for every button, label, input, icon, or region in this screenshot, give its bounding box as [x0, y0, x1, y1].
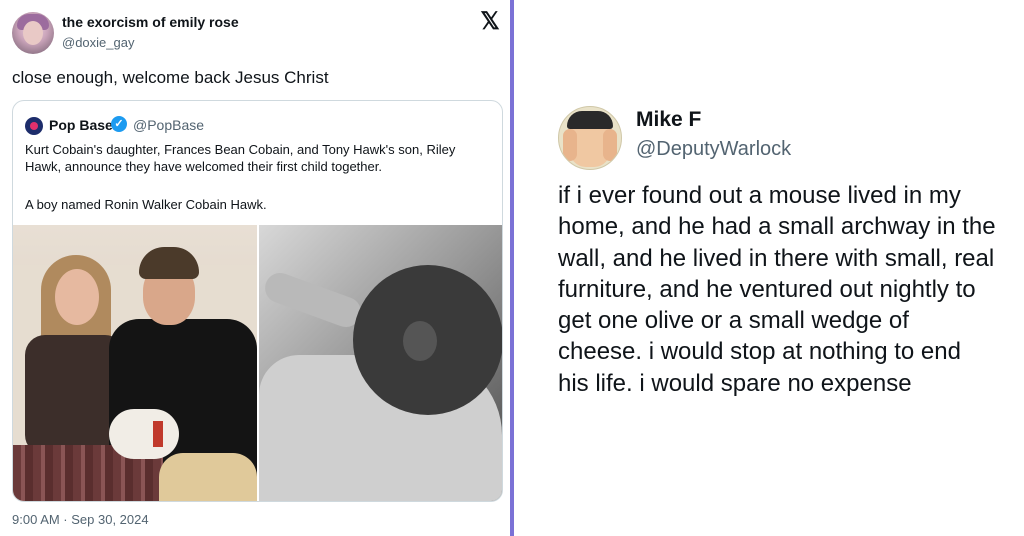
author-avatar-2[interactable]: [558, 106, 622, 170]
photo-pillow: [159, 453, 257, 501]
avatar-hand-left: [563, 129, 577, 161]
photo-woman-face: [55, 269, 99, 325]
photo-hand: [260, 268, 366, 332]
photo-baby-ear: [403, 321, 437, 361]
avatar-hair-2: [567, 111, 613, 129]
quoted-tweet[interactable]: Pop Base ✓ @PopBase Kurt Cobain's daught…: [12, 100, 503, 502]
author-avatar[interactable]: [12, 12, 54, 54]
quoted-author-handle[interactable]: @PopBase: [133, 117, 204, 133]
avatar-hand-right: [603, 129, 617, 161]
left-tweet-panel: the exorcism of emily rose @doxie_gay 𝕏 …: [0, 0, 510, 536]
avatar-face: [23, 21, 43, 45]
baby-photo[interactable]: [259, 225, 502, 501]
photo-dog: [109, 409, 179, 459]
quoted-author-avatar[interactable]: [25, 117, 43, 135]
quoted-tweet-text: Kurt Cobain's daughter, Frances Bean Cob…: [25, 142, 456, 174]
photo-man-hair: [139, 247, 199, 279]
tweet-text-2: if i ever found out a mouse lived in my …: [558, 182, 996, 397]
verified-badge-icon: ✓: [111, 116, 127, 132]
author-name[interactable]: the exorcism of emily rose: [62, 14, 239, 30]
photo-dog-collar: [153, 421, 163, 447]
author-handle-2[interactable]: @DeputyWarlock: [636, 138, 791, 161]
quoted-author-name[interactable]: Pop Base: [49, 117, 113, 133]
author-handle[interactable]: @doxie_gay: [62, 35, 134, 50]
x-logo-icon[interactable]: 𝕏: [478, 10, 502, 34]
couple-photo[interactable]: [13, 225, 257, 501]
tweet-text: close enough, welcome back Jesus Christ: [12, 68, 329, 87]
tweet-timestamp[interactable]: 9:00 AM · Sep 30, 2024: [12, 512, 149, 527]
author-name-2[interactable]: Mike F: [636, 108, 701, 132]
quoted-tweet-text-2: A boy named Ronin Walker Cobain Hawk.: [25, 197, 267, 212]
